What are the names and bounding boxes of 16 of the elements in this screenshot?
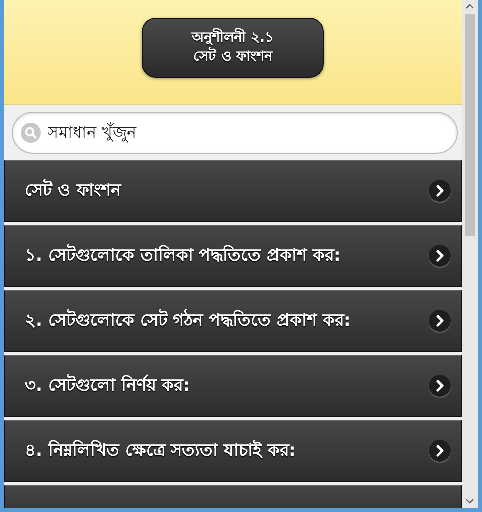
- chevron-icon: [429, 180, 451, 202]
- scroll-up-icon: [466, 4, 474, 9]
- chevron-icon: [429, 375, 451, 397]
- chevron-icon: [429, 245, 451, 267]
- scrollbar[interactable]: [462, 0, 478, 508]
- list-item[interactable]: ১. সেটগুলোকে তালিকা পদ্ধতিতে প্রকাশ কর:: [4, 225, 462, 287]
- list-item[interactable]: ৩. সেটগুলো নির্ণয় কর:: [4, 355, 462, 417]
- list-item[interactable]: ৪. নিম্নলিখিত ক্ষেত্রে সত্যতা যাচাই কর:: [4, 420, 462, 482]
- search-field[interactable]: সমাধান খুঁজুন: [12, 112, 458, 154]
- title-button[interactable]: অনুশীলনী ২.১ সেট ও ফাংশন: [142, 18, 324, 78]
- list-item[interactable]: ২. সেটগুলোকে সেট গঠন পদ্ধতিতে প্রকাশ কর:: [4, 290, 462, 352]
- chevron-icon: [429, 440, 451, 462]
- scrollbar-thumb[interactable]: [465, 14, 475, 236]
- scroll-down-icon: [466, 499, 474, 504]
- list-item[interactable]: সেট ও ফাংশন: [4, 160, 462, 222]
- chevron-icon: [429, 310, 451, 332]
